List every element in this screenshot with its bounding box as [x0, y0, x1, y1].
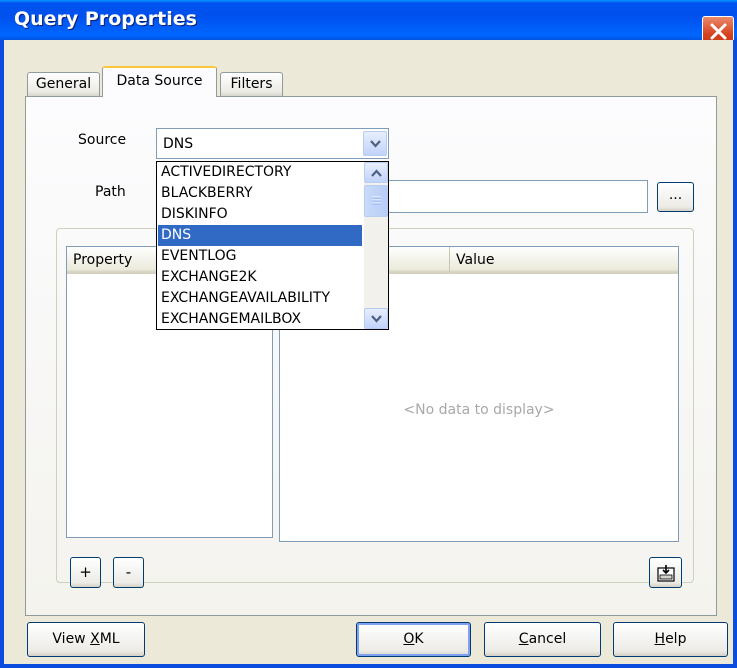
dialog-title: Query Properties	[14, 8, 197, 30]
dropdown-option-diskinfo[interactable]: DISKINFO	[158, 204, 362, 225]
source-selected-value: DNS	[163, 136, 194, 152]
cancel-mnemonic: C	[518, 631, 529, 647]
dropdown-option-dns[interactable]: DNS	[158, 225, 362, 246]
chevron-down-icon	[371, 315, 382, 323]
tab-data-source[interactable]: Data Source	[102, 66, 217, 97]
cancel-button[interactable]: Cancel	[484, 622, 601, 657]
view-xml-mnemonic: X	[90, 631, 100, 647]
source-dropdown-button[interactable]	[363, 131, 387, 156]
view-xml-label-pre: View	[52, 631, 91, 647]
cancel-label-post: ancel	[528, 631, 567, 647]
path-label: Path	[95, 184, 126, 200]
chevron-up-icon	[371, 169, 382, 177]
add-property-button[interactable]: +	[70, 557, 101, 588]
path-input[interactable]	[386, 180, 648, 213]
help-label-post: elp	[665, 631, 687, 647]
source-dropdown-list[interactable]: ACTIVEDIRECTORY BLACKBERRY DISKINFO DNS …	[156, 161, 389, 330]
window-frame-bottom	[0, 664, 737, 668]
window-frame-right	[733, 40, 737, 668]
source-combobox[interactable]: DNS	[156, 128, 389, 159]
tab-filters[interactable]: Filters	[220, 72, 283, 96]
empty-grid-message: <No data to display>	[403, 402, 555, 418]
dropdown-scrollbar[interactable]	[364, 162, 388, 329]
scroll-down-button[interactable]	[364, 308, 388, 329]
dropdown-option-eventlog[interactable]: EVENTLOG	[158, 246, 362, 267]
title-bar[interactable]: Query Properties	[0, 0, 737, 40]
help-mnemonic: H	[654, 631, 666, 647]
view-xml-button[interactable]: View XML	[27, 622, 145, 657]
tab-general[interactable]: General	[27, 72, 100, 96]
chevron-down-icon	[370, 140, 381, 148]
browse-button[interactable]: ...	[657, 182, 694, 212]
grip-icon	[372, 196, 381, 205]
scroll-thumb[interactable]	[364, 185, 388, 217]
dropdown-option-exchangemailbox[interactable]: EXCHANGEMAILBOX	[158, 309, 362, 330]
help-button[interactable]: Help	[613, 622, 728, 657]
import-button[interactable]	[649, 557, 682, 588]
ok-button[interactable]: OK	[356, 622, 471, 657]
scroll-up-button[interactable]	[364, 162, 388, 183]
remove-property-button[interactable]: -	[113, 557, 144, 588]
source-label: Source	[78, 132, 127, 148]
dropdown-option-exchangeavailability[interactable]: EXCHANGEAVAILABILITY	[158, 288, 362, 309]
close-icon	[710, 23, 727, 40]
view-xml-label-post: ML	[99, 631, 120, 647]
dropdown-option-activedirectory[interactable]: ACTIVEDIRECTORY	[158, 162, 362, 183]
dropdown-option-exchange2k[interactable]: EXCHANGE2K	[158, 267, 362, 288]
dropdown-option-blackberry[interactable]: BLACKBERRY	[158, 183, 362, 204]
ok-mnemonic: O	[403, 631, 415, 647]
import-icon	[657, 565, 675, 582]
ok-label-post: K	[414, 631, 424, 647]
value-column-header[interactable]: Value	[450, 247, 678, 274]
